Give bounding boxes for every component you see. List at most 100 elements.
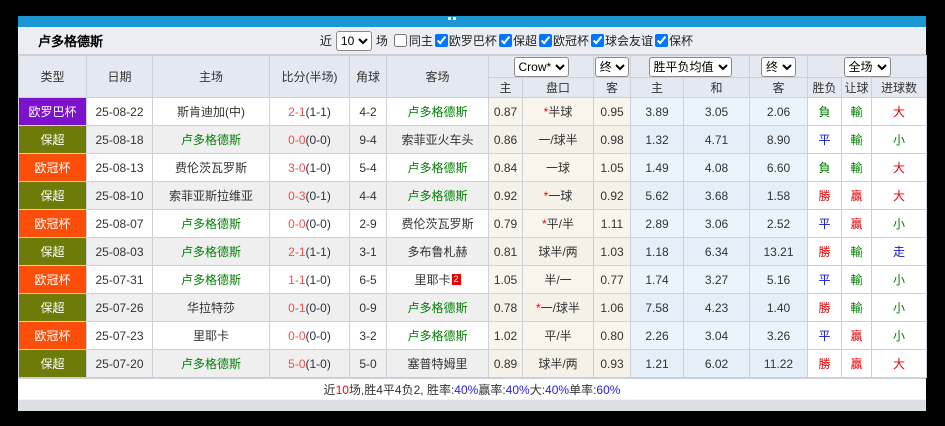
home-team-name[interactable]: 索菲亚斯拉维亚 <box>169 189 253 203</box>
halftime-score: (0-0) <box>305 300 331 315</box>
home-team-name[interactable]: 卢多格德斯 <box>181 245 241 259</box>
crow-away-odds: 0.98 <box>593 125 631 154</box>
crow-away-odds: 0.77 <box>593 265 631 294</box>
match-date: 25-08-13 <box>86 153 153 182</box>
crow-handicap: *平/半 <box>522 209 594 238</box>
match-result: 勝 <box>807 349 842 378</box>
league-filter-checkbox[interactable] <box>498 34 512 47</box>
col-header-result: 胜负 <box>807 77 842 98</box>
avg-odds-select[interactable]: 胜平负均值 <box>648 56 732 77</box>
away-team-cell: 卢多格德斯 <box>386 321 489 350</box>
col-header-goals: 进球数 <box>871 77 927 98</box>
fulltime-score: 0-0 <box>288 132 306 147</box>
home-team-name[interactable]: 卢多格德斯 <box>181 217 241 231</box>
avg-draw-odds: 3.04 <box>683 321 750 350</box>
league-filter-checkbox[interactable] <box>538 34 552 47</box>
in-play-star: * <box>543 105 549 119</box>
league-filter[interactable]: 欧罗巴杯 <box>433 32 497 49</box>
avg-draw-odds: 3.68 <box>683 181 750 210</box>
match-result: 勝 <box>807 181 842 210</box>
home-team-cell: 卢多格德斯 <box>152 209 270 238</box>
home-team-name[interactable]: 卢多格德斯 <box>181 357 241 371</box>
league-filter-checkbox[interactable] <box>654 34 668 47</box>
handicap-result: 輸 <box>841 293 872 322</box>
fulltime-score: 5-0 <box>288 356 306 371</box>
away-team-name[interactable]: 索菲亚火车头 <box>401 133 473 147</box>
handicap-result: 輸 <box>841 237 872 266</box>
fulltime-score: 0-3 <box>288 188 306 203</box>
crow-handicap: 球半/两 <box>522 349 594 378</box>
match-count-select[interactable]: 10 <box>335 30 372 51</box>
home-team-name[interactable]: 里耶卡 <box>193 329 229 343</box>
handicap-result: 贏 <box>841 321 872 350</box>
league-filter[interactable]: 保超 <box>497 32 537 49</box>
home-team-cell: 里耶卡 <box>152 321 270 350</box>
col-header-avg-away: 客 <box>749 77 808 98</box>
crow-handicap: 一球 <box>522 153 594 182</box>
avg-home-odds: 1.21 <box>630 349 684 378</box>
away-team-name[interactable]: 卢多格德斯 <box>407 105 467 119</box>
fulltime-score: 0-0 <box>288 216 306 231</box>
match-row: 保超 25-08-03 卢多格德斯 2-1(1-1) 3-1 多布鲁札赫 0.81 球半/两 1… <box>18 237 927 266</box>
league-filter[interactable]: 保杯 <box>653 32 693 49</box>
avg-final-select[interactable]: 终 <box>761 56 796 77</box>
same-host-checkbox[interactable] <box>393 34 407 47</box>
crow-away-odds: 0.93 <box>593 349 631 378</box>
avg-home-odds: 3.89 <box>630 97 684 126</box>
away-team-name[interactable]: 费伦茨瓦罗斯 <box>401 217 473 231</box>
league-filter-label: 欧冠杯 <box>552 34 589 48</box>
league-filter[interactable]: 欧冠杯 <box>537 32 589 49</box>
league-badge: 保超 <box>18 349 87 378</box>
crow-home-odds: 1.05 <box>488 265 523 294</box>
halftime-score: (0-0) <box>305 132 331 147</box>
away-team-name[interactable]: 多布鲁札赫 <box>407 245 467 259</box>
away-team-name[interactable]: 卢多格德斯 <box>407 301 467 315</box>
away-team-cell: 卢多格德斯 <box>386 293 489 322</box>
corner-score: 4-4 <box>349 181 387 210</box>
handicap-result: 贏 <box>841 209 872 238</box>
home-team-name[interactable]: 华拉特莎 <box>187 301 235 315</box>
away-team-name[interactable]: 卢多格德斯 <box>407 189 467 203</box>
summary-segment: 10 <box>335 382 349 397</box>
crow-away-odds: 1.11 <box>593 209 631 238</box>
home-team-cell: 索菲亚斯拉维亚 <box>152 181 270 210</box>
goals-result: 大 <box>871 349 927 378</box>
score-cell: 3-0(1-0) <box>269 153 350 182</box>
league-filter[interactable]: 球会友谊 <box>589 32 653 49</box>
col-header-score: 比分(半场) <box>269 55 350 98</box>
avg-away-odds: 6.60 <box>749 153 808 182</box>
bookmaker-select[interactable]: Crow* <box>513 56 569 77</box>
scope-select[interactable]: 全场 <box>843 56 891 77</box>
crow-home-odds: 0.92 <box>488 181 523 210</box>
league-filter-checkbox[interactable] <box>590 34 604 47</box>
home-team-name[interactable]: 卢多格德斯 <box>181 133 241 147</box>
league-filter-label: 保超 <box>512 34 537 48</box>
away-team-name[interactable]: 塞普特姆里 <box>407 357 467 371</box>
home-team-name[interactable]: 费伦茨瓦罗斯 <box>175 161 247 175</box>
crow-final-select[interactable]: 终 <box>594 56 630 77</box>
league-filter-checkbox[interactable] <box>434 34 448 47</box>
match-result: 負 <box>807 153 842 182</box>
crow-final-select-cell: 终 <box>593 55 631 78</box>
match-result: 負 <box>807 97 842 126</box>
summary-segment: 40% <box>505 382 530 397</box>
halftime-score: (1-1) <box>305 244 331 259</box>
col-header-crow-home: 主 <box>488 77 523 98</box>
crow-home-odds: 0.87 <box>488 97 523 126</box>
horizontal-scrollbar[interactable] <box>18 399 926 411</box>
away-team-name[interactable]: 里耶卡 <box>414 273 450 287</box>
away-team-name[interactable]: 卢多格德斯 <box>407 329 467 343</box>
home-team-name[interactable]: 卢多格德斯 <box>181 273 241 287</box>
score-cell: 2-1(1-1) <box>269 237 350 266</box>
filter-bar: 卢多格德斯 近 10 场 同主 欧罗巴杯 保超 欧冠杯 球会友谊 保杯 <box>18 27 926 55</box>
league-badge: 欧冠杯 <box>18 321 87 350</box>
match-result: 平 <box>807 321 842 350</box>
avg-away-odds: 1.58 <box>749 181 808 210</box>
col-header-avg-draw: 和 <box>683 77 750 98</box>
crow-away-odds: 0.80 <box>593 321 631 350</box>
handicap-result: 輸 <box>841 153 872 182</box>
away-team-name[interactable]: 卢多格德斯 <box>407 161 467 175</box>
goals-result: 大 <box>871 181 927 210</box>
match-result: 平 <box>807 125 842 154</box>
home-team-name[interactable]: 斯肯迪加(中) <box>177 105 245 119</box>
